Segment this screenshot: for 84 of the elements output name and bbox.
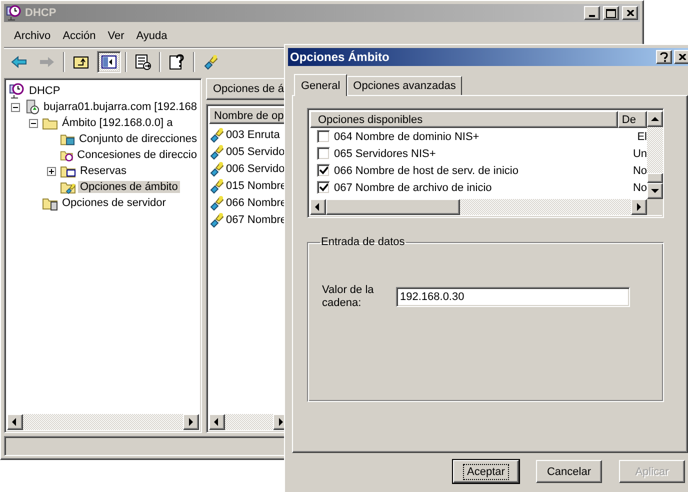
maximize-button[interactable] [603,6,619,20]
menu-item[interactable]: Ayuda [130,28,174,44]
help-icon [169,54,185,70]
scroll-thumb[interactable] [326,199,460,215]
tree-item[interactable]: Reservas [78,165,128,177]
back-arrow-icon [11,54,27,70]
close-button[interactable] [674,50,688,64]
minimize-button[interactable] [584,6,600,20]
options-icon [203,54,219,70]
menu-item[interactable]: Archivo [8,28,57,44]
checkbox[interactable] [317,181,330,194]
expander-toggle[interactable] [47,166,56,176]
group-title: Entrada de datos [320,236,406,248]
options-icon [209,126,225,142]
options-icon [209,212,225,228]
tree-item[interactable]: bujarra01.bujarra.com [192.168 [42,101,199,113]
expander-toggle[interactable] [11,102,20,112]
scrollbar-corner [647,199,663,215]
scroll-up-button[interactable] [647,111,663,127]
scroll-left-button[interactable] [310,199,326,215]
list-item[interactable]: 005 Servido [226,146,285,158]
list-item[interactable]: 067 Nombre [226,214,287,226]
export-list-icon [135,54,151,70]
option-name[interactable]: 067 Nombre de archivo de inicio [334,182,633,194]
close-button[interactable] [622,6,638,20]
plus-icon [48,168,55,174]
column-header[interactable]: Opciones disponibles [310,111,618,128]
server-icon [24,99,40,115]
list-item[interactable]: 006 Servido [226,162,285,174]
option-description: No [632,164,647,176]
option-description: Un [632,148,647,160]
options-icon [209,144,225,160]
scroll-left-button[interactable] [7,414,23,430]
vertical-scrollbar[interactable] [647,111,663,199]
scroll-thumb[interactable] [647,173,663,183]
option-name[interactable]: 066 Nombre de host de serv. de inicio [334,164,633,176]
options-icon [209,194,225,210]
maximize-icon [606,8,616,18]
dialog-button[interactable]: Cancelar [536,460,602,483]
option-name[interactable]: 065 Servidores NIS+ [334,148,633,160]
list-item[interactable]: 015 Nombre [226,180,287,192]
menu-item[interactable]: Acción [56,28,102,44]
tab[interactable]: Opciones avanzadas [347,76,462,95]
checkbox[interactable] [317,164,330,177]
scroll-right-button[interactable] [631,199,647,215]
dialog-button[interactable]: Aceptar [453,460,519,483]
option-name[interactable]: 064 Nombre de dominio NIS+ [334,130,638,142]
tree-item[interactable]: Ámbito [192.168.0.0] a [60,117,175,129]
option-description: No [632,182,647,194]
scroll-down-button[interactable] [647,183,663,199]
list-item[interactable]: 066 Nombre [226,196,287,208]
minimize-icon [589,14,595,16]
field-label: Valor de la cadena: [322,284,375,310]
close-icon [626,10,634,16]
pane-toggle-icon [101,54,117,70]
horizontal-scrollbar[interactable] [7,414,199,430]
pane-toggle-button[interactable] [97,50,121,72]
input-field[interactable]: 192.168.0.30 [396,287,630,307]
column-header[interactable]: De [618,111,647,128]
close-icon [678,54,686,60]
scroll-left-button[interactable] [209,414,225,430]
folder-up-icon [73,54,89,70]
window-title: DHCP [25,7,58,19]
checkbox[interactable] [317,147,330,160]
list-item[interactable]: 003 Enruta [226,128,280,140]
option-description: El [637,130,647,142]
help-icon [660,52,668,62]
horizontal-scrollbar[interactable] [310,199,647,215]
expander-toggle[interactable] [29,118,38,128]
tab[interactable]: General [294,74,348,96]
options-icon [209,178,225,194]
help-button[interactable] [656,50,672,64]
tree-item[interactable]: Concesiones de direccio [75,149,199,161]
dialog-title: Opciones Ámbito [290,50,390,64]
tree-item[interactable]: DHCP [27,85,62,97]
tree-item[interactable]: Opciones de servidor [60,197,168,209]
tree-item[interactable]: Conjunto de direcciones [76,133,199,145]
tree-item[interactable]: Opciones de ámbito [78,181,180,193]
scroll-right-button[interactable] [183,414,199,430]
dhcp-icon [6,5,22,21]
checkbox[interactable] [317,130,330,143]
menu-item[interactable]: Ver [102,28,130,44]
dhcp-icon [9,83,25,99]
options-icon [209,160,225,176]
